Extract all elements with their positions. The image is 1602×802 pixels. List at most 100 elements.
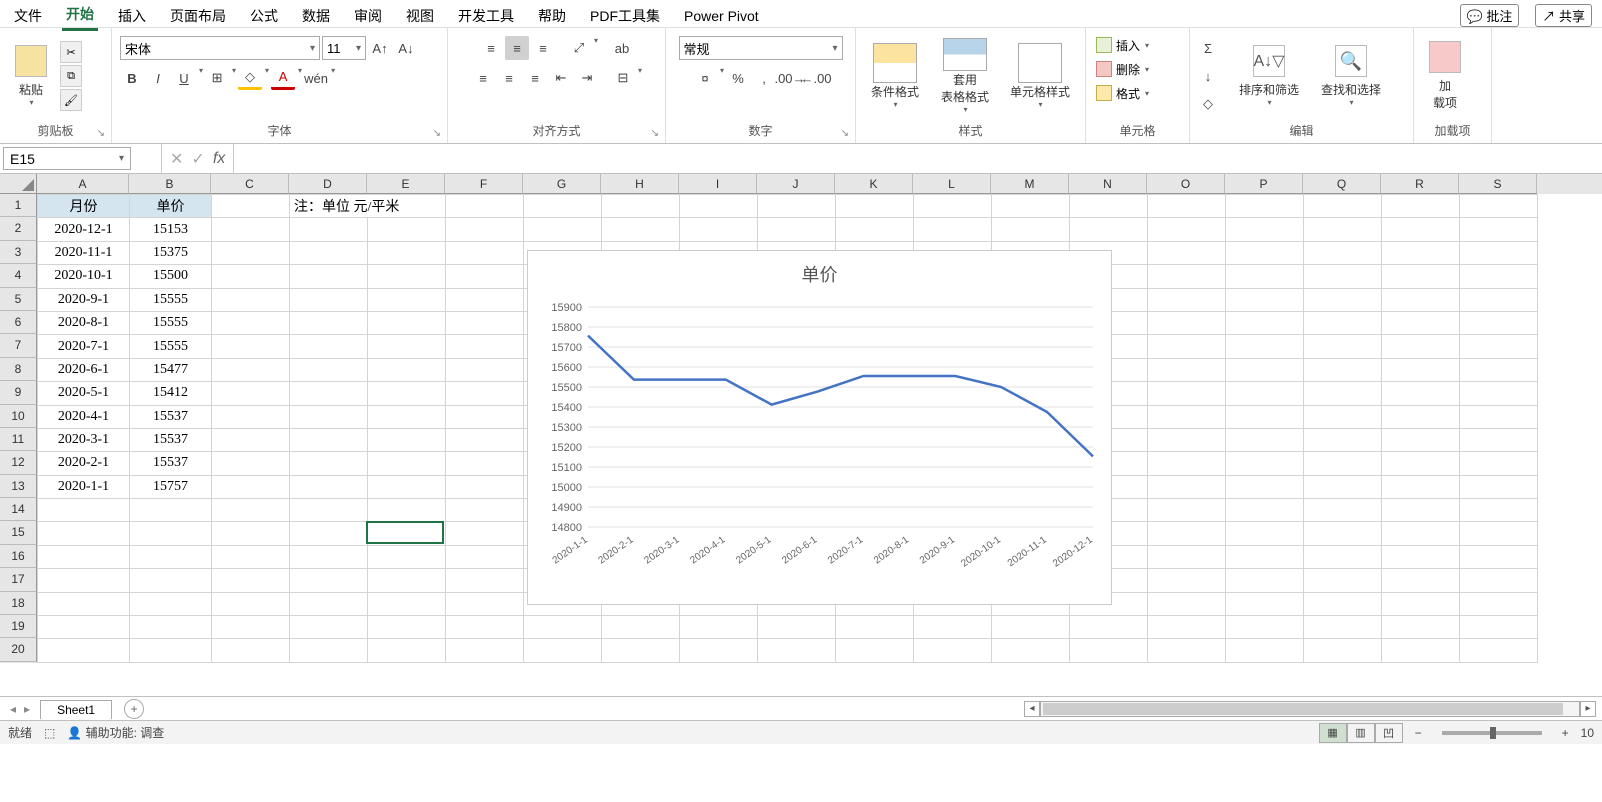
phonetic-button[interactable]: wén [304,66,328,90]
cell-C19[interactable] [212,616,290,639]
tab-nav-prev-icon[interactable]: ◂ [10,702,16,716]
currency-button[interactable]: ¤ [693,66,717,90]
row-header-2[interactable]: 2 [0,217,37,240]
align-center-button[interactable]: ≡ [497,66,521,90]
decrease-font-button[interactable]: A↓ [394,36,418,60]
row-header-15[interactable]: 15 [0,521,37,544]
paste-button[interactable]: 粘贴 ▾ [6,38,56,114]
embedded-chart[interactable]: 单价 1590015800157001560015500154001530015… [527,250,1112,605]
cell-C20[interactable] [212,639,290,662]
col-header-L[interactable]: L [913,174,991,194]
cell-R7[interactable] [1382,335,1460,358]
cell-E7[interactable] [368,335,446,358]
cell-D6[interactable] [290,311,368,334]
cell-N20[interactable] [1070,639,1148,662]
cell-B11[interactable]: 15537 [130,428,212,451]
row-header-12[interactable]: 12 [0,451,37,474]
cell-B20[interactable] [130,639,212,662]
cell-B3[interactable]: 15375 [130,241,212,264]
cell-S10[interactable] [1460,405,1538,428]
row-header-6[interactable]: 6 [0,311,37,334]
fx-icon[interactable]: fx [213,150,225,168]
cell-S14[interactable] [1460,499,1538,522]
sheet-tab-active[interactable]: Sheet1 [40,700,112,719]
cell-S9[interactable] [1460,382,1538,405]
cell-M19[interactable] [992,616,1070,639]
cell-N2[interactable] [1070,218,1148,241]
comma-button[interactable]: , [752,66,776,90]
cell-D17[interactable] [290,569,368,592]
cell-F14[interactable] [446,499,524,522]
cell-P1[interactable] [1226,195,1304,218]
cell-C9[interactable] [212,382,290,405]
delete-cells-button[interactable]: 删除▾ [1094,58,1181,80]
accessibility-status[interactable]: 👤 辅助功能: 调查 [67,724,164,741]
hscroll-left-icon[interactable]: ◂ [1024,701,1040,717]
border-button[interactable]: ⊞ [205,66,229,90]
cell-P12[interactable] [1226,452,1304,475]
cell-C12[interactable] [212,452,290,475]
menu-Power Pivot[interactable]: Power Pivot [680,4,763,28]
cell-C16[interactable] [212,545,290,568]
cell-F16[interactable] [446,545,524,568]
cell-R4[interactable] [1382,265,1460,288]
align-left-button[interactable]: ≡ [471,66,495,90]
row-header-10[interactable]: 10 [0,405,37,428]
cell-A12[interactable]: 2020-2-1 [38,452,130,475]
cell-R18[interactable] [1382,592,1460,615]
column-headers[interactable]: ABCDEFGHIJKLMNOPQRS [37,174,1602,194]
row-header-16[interactable]: 16 [0,545,37,568]
cell-B7[interactable]: 15555 [130,335,212,358]
cell-R9[interactable] [1382,382,1460,405]
cell-P15[interactable] [1226,522,1304,545]
cell-P20[interactable] [1226,639,1304,662]
cell-P7[interactable] [1226,335,1304,358]
cell-H1[interactable] [602,195,680,218]
cell-N1[interactable] [1070,195,1148,218]
tab-nav-next-icon[interactable]: ▸ [24,702,30,716]
cell-P4[interactable] [1226,265,1304,288]
cell-R12[interactable] [1382,452,1460,475]
cell-A11[interactable]: 2020-3-1 [38,428,130,451]
cell-S1[interactable] [1460,195,1538,218]
insert-cells-button[interactable]: 插入▾ [1094,34,1181,56]
cell-G20[interactable] [524,639,602,662]
cell-F20[interactable] [446,639,524,662]
cell-C6[interactable] [212,311,290,334]
cell-O4[interactable] [1148,265,1226,288]
cell-S20[interactable] [1460,639,1538,662]
font-color-button[interactable]: A [271,66,295,90]
cell-P13[interactable] [1226,475,1304,498]
cell-R14[interactable] [1382,499,1460,522]
macro-record-icon[interactable]: ⬚ [44,726,55,740]
format-cells-button[interactable]: 格式▾ [1094,82,1181,104]
cell-R10[interactable] [1382,405,1460,428]
cell-F12[interactable] [446,452,524,475]
cell-N19[interactable] [1070,616,1148,639]
cell-E5[interactable] [368,288,446,311]
zoom-level[interactable]: 10 [1581,726,1594,740]
cell-O19[interactable] [1148,616,1226,639]
cell-A18[interactable] [38,592,130,615]
cell-E2[interactable] [368,218,446,241]
cell-B1[interactable]: 单价 [130,195,212,218]
cell-S11[interactable] [1460,428,1538,451]
cell-R11[interactable] [1382,428,1460,451]
cell-A3[interactable]: 2020-11-1 [38,241,130,264]
cell-R5[interactable] [1382,288,1460,311]
conditional-format-button[interactable]: 条件格式▾ [862,38,928,114]
cell-M2[interactable] [992,218,1070,241]
menu-页面布局[interactable]: 页面布局 [166,2,230,30]
cell-C4[interactable] [212,265,290,288]
view-page-break-button[interactable]: 凹 [1375,723,1403,743]
cell-L2[interactable] [914,218,992,241]
cell-A4[interactable]: 2020-10-1 [38,265,130,288]
cell-E13[interactable] [368,475,446,498]
cell-E15[interactable] [368,522,446,545]
formula-input[interactable] [234,144,1602,173]
cell-O10[interactable] [1148,405,1226,428]
cell-D2[interactable] [290,218,368,241]
cell-C1[interactable] [212,195,290,218]
dialog-launcher-icon[interactable]: ↘ [651,128,659,139]
cell-Q20[interactable] [1304,639,1382,662]
